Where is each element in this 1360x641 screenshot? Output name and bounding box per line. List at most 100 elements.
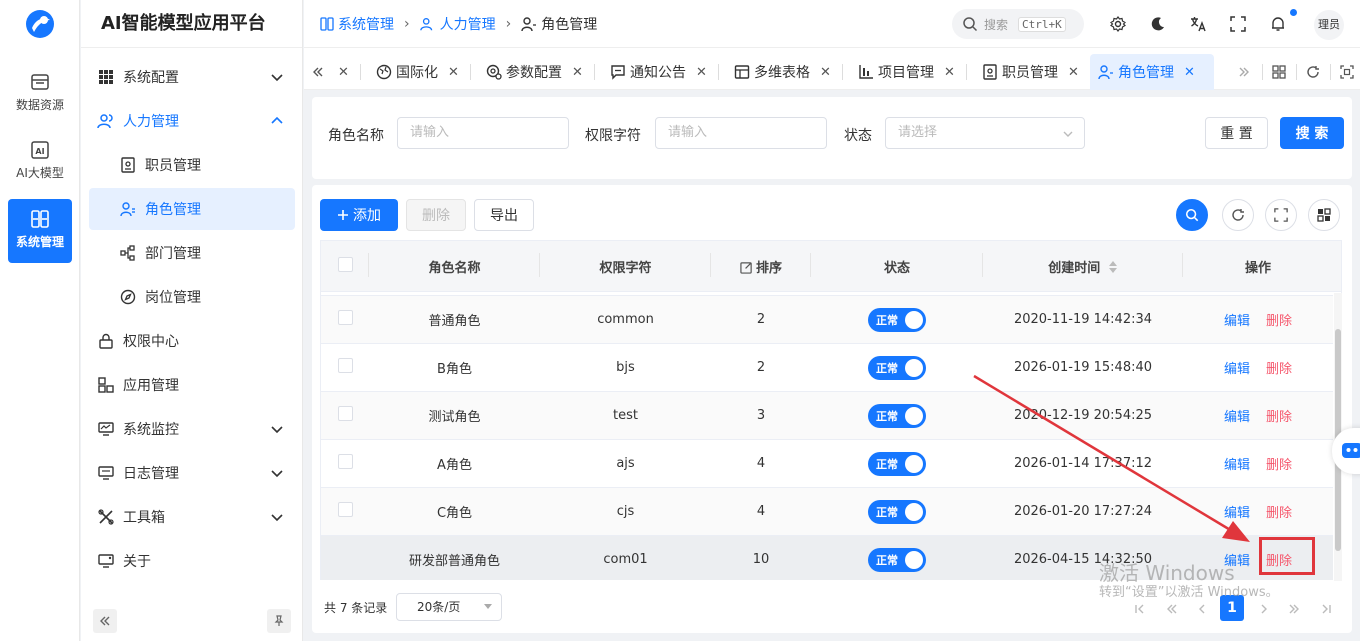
reset-button[interactable]: 重 置 (1205, 117, 1268, 149)
tab-notice[interactable]: 通知公告 ✕ (602, 54, 715, 90)
global-search-button[interactable]: 搜索 Ctrl+K (952, 9, 1084, 39)
tabs-scroll-left-button[interactable] (308, 54, 332, 90)
menu-item-log[interactable]: 日志管理 (89, 452, 295, 494)
notifications-button[interactable] (1268, 14, 1288, 34)
rail-item-data-resource[interactable]: 数据资源 (8, 62, 72, 126)
row-select-cell[interactable] (321, 502, 369, 521)
search-button[interactable]: 搜 索 (1280, 117, 1344, 149)
tab-staff[interactable]: 职员管理 ✕ (974, 54, 1087, 90)
sort-icon[interactable] (1108, 260, 1118, 274)
side-menu-footer (93, 609, 291, 633)
menu-item-system-config[interactable]: 系统配置 (89, 56, 295, 98)
perm-key-input[interactable]: 请输入 (655, 117, 827, 149)
menu-item-staff[interactable]: 职员管理 (89, 144, 295, 186)
breadcrumb-item-system[interactable]: 系统管理 (320, 14, 394, 34)
status-toggle[interactable]: 正常 (868, 355, 926, 380)
add-button[interactable]: 添加 (320, 199, 398, 231)
breadcrumb-item-hr[interactable]: 人力管理 (419, 14, 496, 34)
close-icon[interactable]: ✕ (944, 65, 955, 80)
tab-multi-table[interactable]: 多维表格 ✕ (726, 54, 839, 90)
menu-item-dept[interactable]: 部门管理 (89, 232, 295, 274)
row-checkbox[interactable] (337, 310, 353, 325)
fullscreen-button[interactable] (1228, 14, 1248, 34)
row-checkbox[interactable] (337, 454, 353, 469)
status-toggle[interactable]: 正常 (868, 307, 926, 332)
monitor-icon (97, 420, 115, 438)
menu-item-app[interactable]: 应用管理 (89, 364, 295, 406)
menu-item-monitor[interactable]: 系统监控 (89, 408, 295, 450)
tab-params[interactable]: 参数配置 ✕ (478, 54, 591, 90)
close-icon[interactable]: ✕ (820, 65, 831, 80)
close-icon[interactable]: ✕ (572, 65, 583, 80)
edit-link[interactable]: 编辑 (1224, 314, 1250, 329)
tabs-scroll-right-button[interactable] (1234, 54, 1258, 90)
cell-sort: 3 (756, 408, 766, 423)
delete-link[interactable]: 删除 (1266, 458, 1292, 473)
cell-sort: 4 (756, 504, 766, 519)
cell-actions: 编辑 删除 (1183, 454, 1333, 473)
next-five-button[interactable] (1282, 597, 1306, 621)
select-all-checkbox[interactable] (337, 256, 353, 272)
row-select-cell[interactable] (321, 358, 369, 377)
batch-delete-button[interactable]: 删除 (406, 199, 466, 231)
row-checkbox[interactable] (337, 502, 353, 517)
row-select-cell[interactable] (321, 310, 369, 329)
menu-item-about[interactable]: 关于 (89, 540, 295, 582)
row-checkbox[interactable] (337, 358, 353, 373)
delete-link[interactable]: 删除 (1266, 362, 1292, 377)
tab-close-hidden[interactable]: ✕ (334, 54, 353, 90)
avatar[interactable]: 理员 (1314, 10, 1344, 40)
user-settings-icon (521, 17, 537, 32)
export-button[interactable]: 导出 (474, 199, 534, 231)
row-select-cell[interactable] (321, 454, 369, 473)
delete-link[interactable]: 删除 (1266, 314, 1292, 329)
close-icon[interactable]: ✕ (696, 65, 707, 80)
status-select[interactable]: 请选择 (885, 117, 1085, 149)
row-select-cell[interactable] (321, 406, 369, 425)
collapse-menu-button[interactable] (93, 609, 117, 633)
status-toggle[interactable]: 正常 (868, 547, 926, 572)
close-icon[interactable]: ✕ (1068, 65, 1079, 80)
edit-link[interactable]: 编辑 (1224, 362, 1250, 377)
double-chevron-left-icon (100, 616, 110, 626)
column-settings-button[interactable] (1308, 199, 1340, 231)
edit-link[interactable]: 编辑 (1224, 410, 1250, 425)
status-toggle[interactable]: 正常 (868, 451, 926, 476)
menu-item-permission[interactable]: 权限中心 (89, 320, 295, 362)
select-all-cell[interactable] (321, 252, 369, 277)
tab-project[interactable]: 项目管理 ✕ (850, 54, 963, 90)
refresh-table-button[interactable] (1222, 199, 1254, 231)
cell-sort: 2 (756, 360, 766, 375)
menu-item-hr[interactable]: 人力管理 (89, 100, 295, 142)
role-name-input[interactable]: 请输入 (397, 117, 569, 149)
menu-item-toolbox[interactable]: 工具箱 (89, 496, 295, 538)
status-toggle[interactable]: 正常 (868, 403, 926, 428)
row-checkbox[interactable] (337, 406, 353, 421)
menu-item-role[interactable]: 角色管理 (89, 188, 295, 230)
edit-link[interactable]: 编辑 (1224, 458, 1250, 473)
tab-role[interactable]: 角色管理 ✕ (1090, 54, 1214, 90)
table-fullscreen-button[interactable] (1265, 199, 1297, 231)
rail-item-system[interactable]: 系统管理 (8, 199, 72, 263)
header-created-time[interactable]: 创建时间 (983, 252, 1183, 277)
edit-link[interactable]: 编辑 (1224, 506, 1250, 521)
rail-item-ai-model[interactable]: AI AI大模型 (8, 130, 72, 194)
menu-item-post[interactable]: 岗位管理 (89, 276, 295, 318)
columns-icon (1317, 208, 1331, 222)
tab-i18n[interactable]: 国际化 ✕ (368, 54, 467, 90)
tab-maximize-button[interactable] (1336, 54, 1360, 90)
settings-button[interactable] (1108, 14, 1128, 34)
close-icon[interactable]: ✕ (448, 65, 459, 80)
last-page-button[interactable] (1314, 597, 1338, 621)
tab-refresh-button[interactable] (1302, 54, 1328, 90)
status-toggle[interactable]: 正常 (868, 499, 926, 524)
delete-link[interactable]: 删除 (1266, 410, 1292, 425)
toggle-search-button[interactable] (1176, 199, 1208, 231)
close-icon[interactable]: ✕ (1184, 65, 1195, 80)
language-button[interactable] (1188, 14, 1208, 34)
delete-link[interactable]: 删除 (1266, 506, 1292, 521)
tab-menu-button[interactable] (1268, 54, 1294, 90)
dark-mode-button[interactable] (1148, 14, 1168, 34)
page-size-select[interactable]: 20条/页 (396, 593, 502, 621)
pin-menu-button[interactable] (267, 609, 291, 633)
